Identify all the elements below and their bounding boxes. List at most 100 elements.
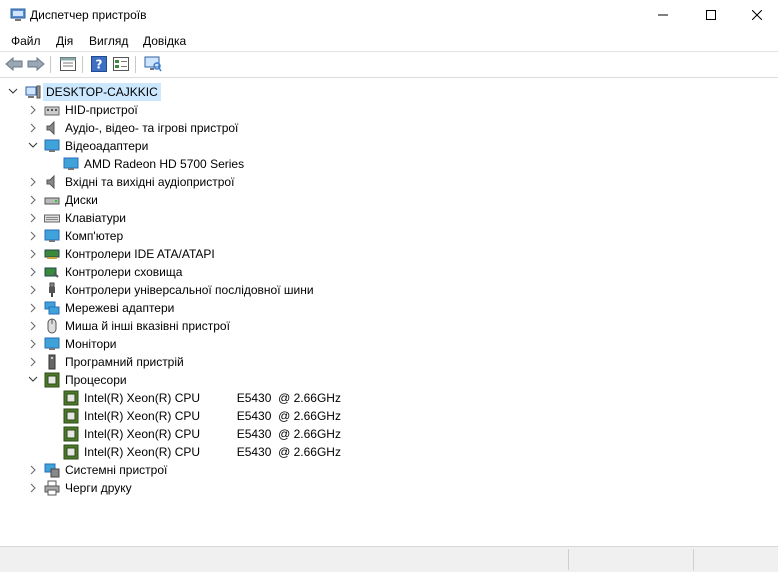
- tree-item-label: Клавіатури: [65, 211, 126, 225]
- tree-child-cpu[interactable]: Intel(R) Xeon(R) CPU E5430 @ 2.66GHz: [0, 407, 778, 425]
- tree-item-label: Intel(R) Xeon(R) CPU E5430 @ 2.66GHz: [84, 409, 341, 423]
- toolbar-separator: [50, 56, 51, 73]
- chevron-down-icon[interactable]: [28, 371, 38, 389]
- minimize-button[interactable]: [640, 0, 686, 30]
- status-bar: [0, 546, 778, 572]
- help-button[interactable]: ?: [89, 55, 109, 73]
- tree-item-label: Мережеві адаптери: [65, 301, 175, 315]
- title-bar: Диспетчер пристроїв: [0, 0, 778, 30]
- chevron-right-icon[interactable]: [28, 479, 38, 497]
- tree-child-cpu[interactable]: Intel(R) Xeon(R) CPU E5430 @ 2.66GHz: [0, 425, 778, 443]
- maximize-icon: [706, 10, 716, 20]
- close-button[interactable]: [734, 0, 778, 30]
- chevron-right-icon[interactable]: [28, 317, 38, 335]
- chevron-right-icon[interactable]: [28, 101, 38, 119]
- menu-action[interactable]: Дія: [56, 34, 73, 48]
- tree-item-label: Intel(R) Xeon(R) CPU E5430 @ 2.66GHz: [84, 391, 341, 405]
- status-divider: [693, 549, 694, 570]
- menu-help[interactable]: Довідка: [143, 34, 186, 48]
- tree-item-label: Контролери сховища: [65, 265, 183, 279]
- chevron-down-icon[interactable]: [8, 83, 18, 101]
- chevron-right-icon[interactable]: [28, 209, 38, 227]
- properties-button[interactable]: [58, 55, 78, 73]
- scan-hardware-button[interactable]: [143, 55, 163, 73]
- storage-icon: [44, 267, 59, 278]
- forward-button[interactable]: [26, 55, 46, 73]
- chevron-right-icon[interactable]: [28, 191, 38, 209]
- keyboard-icon: [44, 214, 60, 223]
- tree-child-display-adapter[interactable]: AMD Radeon HD 5700 Series: [0, 155, 778, 173]
- menu-bar: Файл Дія Вигляд Довідка: [0, 30, 778, 52]
- hid-icon: [44, 106, 60, 116]
- tree-item-hid[interactable]: HID-пристрої: [0, 101, 778, 119]
- tree-item-audio-video[interactable]: Аудіо-, відео- та ігрові пристрої: [0, 119, 778, 137]
- tree-root[interactable]: DESKTOP-CAJKKIC: [0, 83, 778, 101]
- disk-icon: [44, 197, 60, 205]
- tree-item-usb[interactable]: Контролери універсальної послідовної шин…: [0, 281, 778, 299]
- tree-item-label: Intel(R) Xeon(R) CPU E5430 @ 2.66GHz: [84, 445, 341, 459]
- tree-item-disks[interactable]: Диски: [0, 191, 778, 209]
- tree-item-label: Intel(R) Xeon(R) CPU E5430 @ 2.66GHz: [84, 427, 341, 441]
- tree-item-keyboards[interactable]: Клавіатури: [0, 209, 778, 227]
- tree-item-label: Контролери IDE ATA/ATAPI: [65, 247, 215, 261]
- chevron-right-icon[interactable]: [28, 245, 38, 263]
- help-icon: ?: [91, 56, 107, 72]
- chevron-right-icon[interactable]: [28, 335, 38, 353]
- tree-item-network[interactable]: Мережеві адаптери: [0, 299, 778, 317]
- tree-item-label: Миша й інші вказівні пристрої: [65, 319, 230, 333]
- tree-item-label: HID-пристрої: [65, 103, 138, 117]
- tree-item-label: AMD Radeon HD 5700 Series: [84, 157, 245, 171]
- tree-item-audio-io[interactable]: Вхідні та вихідні аудіопристрої: [0, 173, 778, 191]
- tree-item-label: Програмний пристрій: [65, 355, 184, 369]
- tree-child-cpu[interactable]: Intel(R) Xeon(R) CPU E5430 @ 2.66GHz: [0, 443, 778, 461]
- ide-icon: [44, 249, 60, 259]
- chevron-down-icon[interactable]: [28, 137, 38, 155]
- tree-item-monitors[interactable]: Монітори: [0, 335, 778, 353]
- tree-item-storage[interactable]: Контролери сховища: [0, 263, 778, 281]
- cpu-icon: [63, 390, 79, 406]
- chevron-right-icon[interactable]: [28, 119, 38, 137]
- tree-item-processors[interactable]: Процесори: [0, 371, 778, 389]
- chevron-right-icon[interactable]: [28, 353, 38, 371]
- chevron-right-icon[interactable]: [28, 227, 38, 245]
- svg-text:?: ?: [96, 58, 103, 72]
- computer-icon: [25, 85, 41, 99]
- computer-icon: [44, 229, 60, 242]
- tree-item-ide[interactable]: Контролери IDE ATA/ATAPI: [0, 245, 778, 263]
- display-adapter-icon: [44, 139, 60, 152]
- back-arrow-icon: [5, 57, 23, 71]
- menu-view[interactable]: Вигляд: [89, 34, 128, 48]
- chevron-right-icon[interactable]: [28, 461, 38, 479]
- view-icon: [113, 57, 129, 71]
- chevron-right-icon[interactable]: [28, 263, 38, 281]
- toolbar-separator: [82, 56, 83, 73]
- status-divider: [568, 549, 569, 570]
- properties-icon: [60, 57, 76, 71]
- view-button[interactable]: [111, 55, 131, 73]
- tree-item-display-adapters[interactable]: Відеоадаптери: [0, 137, 778, 155]
- tree-child-cpu[interactable]: Intel(R) Xeon(R) CPU E5430 @ 2.66GHz: [0, 389, 778, 407]
- tree-item-computer[interactable]: Комп'ютер: [0, 227, 778, 245]
- toolbar: ?: [0, 52, 778, 78]
- speaker-icon: [46, 174, 55, 190]
- forward-arrow-icon: [27, 57, 45, 71]
- tree-item-mouse[interactable]: Миша й інші вказівні пристрої: [0, 317, 778, 335]
- maximize-button[interactable]: [688, 0, 734, 30]
- minimize-icon: [658, 14, 668, 16]
- chevron-right-icon[interactable]: [28, 299, 38, 317]
- tree-item-label: Системні пристрої: [65, 463, 168, 477]
- menu-file[interactable]: Файл: [11, 34, 41, 48]
- monitor-scan-icon: [144, 56, 162, 72]
- tree-item-print-queues[interactable]: Черги друку: [0, 479, 778, 497]
- chevron-right-icon[interactable]: [28, 173, 38, 191]
- network-icon: [44, 301, 60, 315]
- cpu-icon: [44, 372, 60, 388]
- chevron-right-icon[interactable]: [28, 281, 38, 299]
- monitor-icon: [44, 337, 60, 350]
- tree-item-system-devices[interactable]: Системні пристрої: [0, 461, 778, 479]
- cpu-icon: [63, 426, 79, 442]
- tree-item-software-device[interactable]: Програмний пристрій: [0, 353, 778, 371]
- display-adapter-icon: [63, 157, 79, 170]
- back-button[interactable]: [4, 55, 24, 73]
- tree-item-label: Черги друку: [65, 481, 132, 495]
